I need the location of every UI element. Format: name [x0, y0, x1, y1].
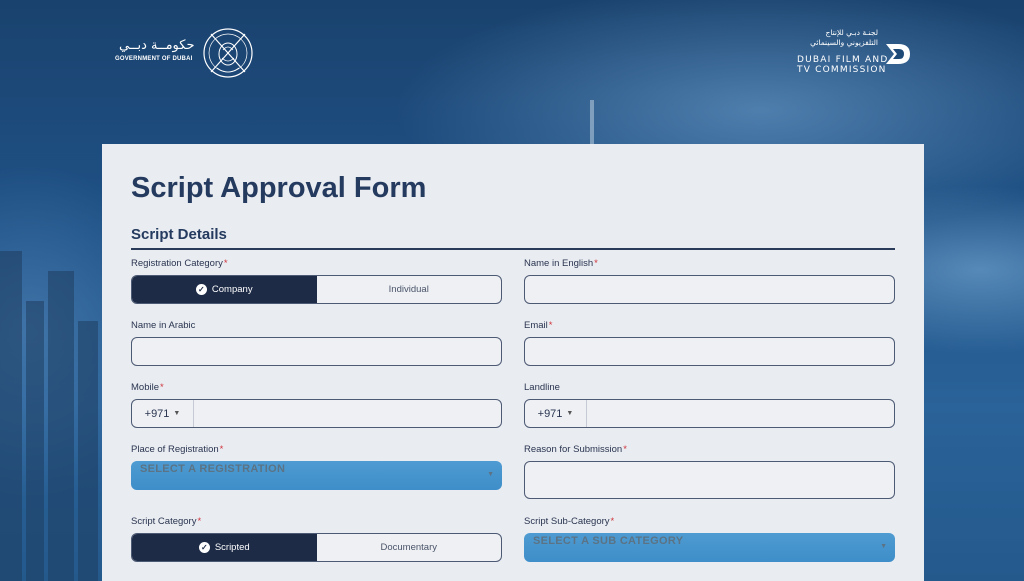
gov-logo-arabic: حكومــة دبــي [119, 38, 195, 53]
registration-category-field: Registration Category* ✓ Company Individu… [131, 257, 502, 304]
script-category-toggle[interactable]: ✓ Scripted Documentary [131, 533, 502, 562]
section-divider [131, 248, 895, 250]
place-of-registration-field: Place of Registration* SELECT A REGISTRA… [131, 443, 502, 490]
mobile-country-code-select[interactable]: +971 ▼ [132, 400, 194, 427]
script-sub-category-placeholder: SELECT A SUB CATEGORY [533, 535, 684, 547]
dfc-logo-arabic: لجنـة دبـي للإنتاج التلفزيوني والسينمائي [796, 28, 878, 48]
dubai-emblem-icon [203, 28, 253, 78]
registration-category-toggle[interactable]: ✓ Company Individual [131, 275, 502, 304]
chevron-down-icon: ▼ [487, 471, 494, 478]
script-sub-category-field: Script Sub-Category* SELECT A SUB CATEGO… [524, 515, 895, 562]
landline-country-code-select[interactable]: +971 ▼ [525, 400, 587, 427]
check-icon: ✓ [198, 542, 210, 553]
reason-textarea[interactable] [524, 461, 895, 499]
dfc-logo-arabic-line1: لجنـة دبـي للإنتاج [825, 28, 879, 37]
chevron-down-icon: ▼ [566, 410, 574, 417]
name-english-field: Name in English* [524, 257, 895, 304]
script-category-label: Script Category* [131, 516, 202, 527]
email-field: Email* [524, 319, 895, 366]
reason-field: Reason for Submission* [524, 443, 895, 499]
option-company[interactable]: ✓ Company [132, 276, 317, 303]
email-input[interactable] [524, 337, 895, 366]
mobile-input[interactable]: +971 ▼ [131, 399, 502, 428]
government-of-dubai-logo[interactable]: حكومــة دبــي GOVERNMENT OF DUBAI [113, 26, 263, 80]
landline-label: Landline [524, 382, 560, 393]
background-tower [590, 100, 594, 145]
registration-category-label: Registration Category* [131, 258, 228, 269]
place-of-registration-select[interactable]: SELECT A REGISTRATION ▼ [131, 461, 502, 490]
dubai-film-tv-commission-logo[interactable]: لجنـة دبـي للإنتاج التلفزيوني والسينمائي… [796, 28, 916, 80]
chevron-down-icon: ▼ [880, 543, 887, 550]
dfc-mark-icon [886, 44, 910, 64]
name-english-input[interactable] [524, 275, 895, 304]
dfc-logo-arabic-line2: التلفزيوني والسينمائي [810, 38, 878, 47]
check-icon: ✓ [195, 284, 207, 295]
dfc-logo-english-line2: TV COMMISSION [797, 65, 887, 75]
background-skyline [0, 235, 102, 581]
name-english-label: Name in English* [524, 258, 598, 269]
option-scripted[interactable]: ✓ Scripted [132, 534, 317, 561]
landline-input[interactable]: +971 ▼ [524, 399, 895, 428]
form-title: Script Approval Form [131, 172, 427, 204]
name-arabic-field: Name in Arabic [131, 319, 502, 366]
name-arabic-input[interactable] [131, 337, 502, 366]
reason-label: Reason for Submission* [524, 444, 627, 455]
script-category-field: Script Category* ✓ Scripted Documentary [131, 515, 502, 562]
script-sub-category-label: Script Sub-Category* [524, 516, 615, 527]
place-of-registration-placeholder: SELECT A REGISTRATION [140, 463, 286, 475]
gov-logo-english: GOVERNMENT OF DUBAI [115, 56, 193, 62]
landline-field: Landline +971 ▼ [524, 381, 895, 428]
mobile-field: Mobile* +971 ▼ [131, 381, 502, 428]
option-individual[interactable]: Individual [317, 276, 502, 303]
chevron-down-icon: ▼ [173, 410, 181, 417]
mobile-label: Mobile* [131, 382, 164, 393]
script-sub-category-select[interactable]: SELECT A SUB CATEGORY ▼ [524, 533, 895, 562]
dfc-logo-english: DUBAI FILM AND TV COMMISSION [797, 55, 888, 75]
place-of-registration-label: Place of Registration* [131, 444, 224, 455]
script-approval-form-card: Script Approval Form Script Details Regi… [102, 144, 924, 581]
email-label: Email* [524, 320, 553, 331]
option-documentary[interactable]: Documentary [317, 534, 502, 561]
name-arabic-label: Name in Arabic [131, 320, 196, 331]
section-title: Script Details [131, 226, 227, 243]
dfc-logo-english-line1: DUBAI FILM AND [797, 55, 889, 65]
